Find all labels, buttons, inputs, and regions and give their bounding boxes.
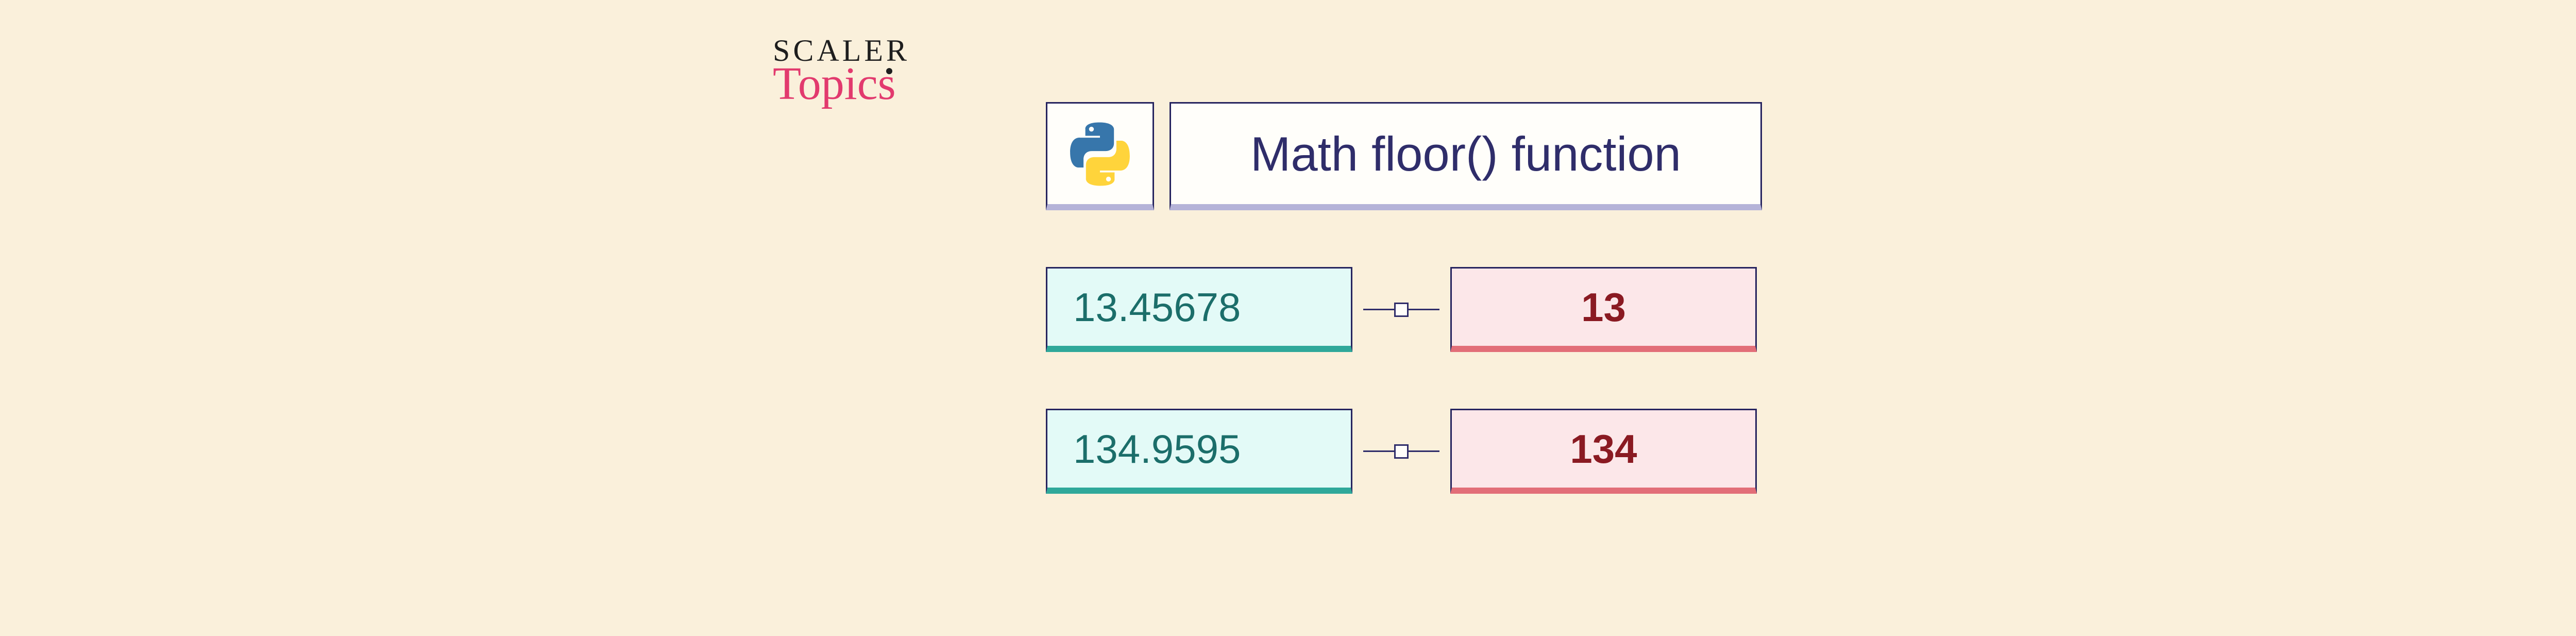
- connector: [1352, 303, 1450, 317]
- header-row: Math floor() function: [1046, 102, 1762, 210]
- diagram-content: Math floor() function 13.45678 13 134.95…: [1046, 102, 1762, 550]
- connector-line: [1363, 309, 1394, 310]
- example-rows: 13.45678 13 134.9595 134: [1046, 267, 1762, 494]
- logo-line1: SCALER: [773, 35, 910, 66]
- input-value: 13.45678: [1046, 267, 1352, 352]
- output-value: 13: [1450, 267, 1757, 352]
- python-icon-box: [1046, 102, 1154, 210]
- logo-dot: [886, 68, 892, 74]
- input-value: 134.9595: [1046, 409, 1352, 494]
- connector-node: [1394, 444, 1409, 459]
- connector-line: [1409, 309, 1439, 310]
- output-value: 134: [1450, 409, 1757, 494]
- connector-line: [1409, 450, 1439, 452]
- connector: [1352, 444, 1450, 459]
- connector-node: [1394, 303, 1409, 317]
- example-row: 13.45678 13: [1046, 267, 1762, 352]
- connector-line: [1363, 450, 1394, 452]
- example-row: 134.9595 134: [1046, 409, 1762, 494]
- python-icon: [1066, 121, 1133, 188]
- title-box: Math floor() function: [1170, 102, 1762, 210]
- brand-logo: SCALER Topics: [773, 35, 910, 107]
